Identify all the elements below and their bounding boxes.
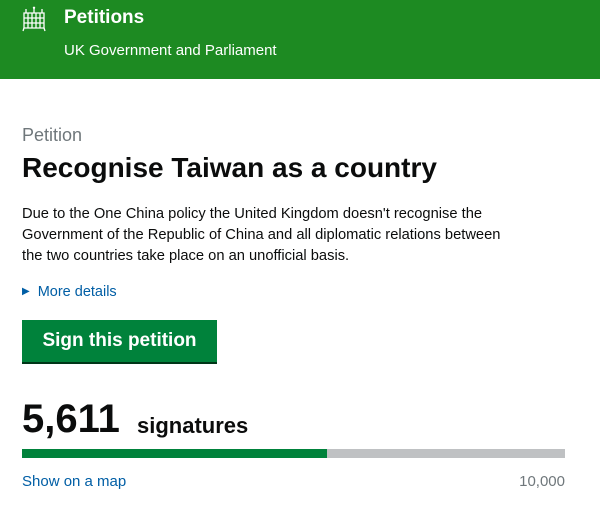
site-header: Petitions UK Government and Parliament	[0, 0, 600, 79]
signature-progress-fill	[22, 449, 327, 458]
site-subtitle: UK Government and Parliament	[64, 42, 277, 59]
signature-count-label: signatures	[137, 413, 249, 438]
portcullis-icon	[22, 6, 46, 32]
site-title-link[interactable]: Petitions	[64, 7, 144, 29]
more-details-toggle[interactable]: ▶ More details	[22, 282, 117, 302]
signature-progress-bar	[22, 449, 565, 458]
signature-count: 5,611	[22, 397, 120, 441]
petition-kicker: Petition	[22, 125, 83, 145]
show-on-map-link[interactable]: Show on a map	[22, 472, 126, 492]
sign-petition-button[interactable]: Sign this petition	[22, 320, 217, 364]
disclosure-triangle-icon: ▶	[22, 286, 30, 297]
signature-target: 10,000	[519, 473, 565, 490]
petition-title: Recognise Taiwan as a country	[22, 152, 437, 183]
description-line: Government of the Republic of China and …	[22, 227, 501, 243]
petition-description: Due to the One China policy the United K…	[22, 204, 582, 267]
petition-content: Petition Recognise Taiwan as a country D…	[0, 79, 600, 509]
description-line: Due to the One China policy the United K…	[22, 206, 483, 222]
more-details-label: More details	[37, 284, 117, 300]
description-line: the two countries take place on an unoff…	[22, 248, 350, 264]
